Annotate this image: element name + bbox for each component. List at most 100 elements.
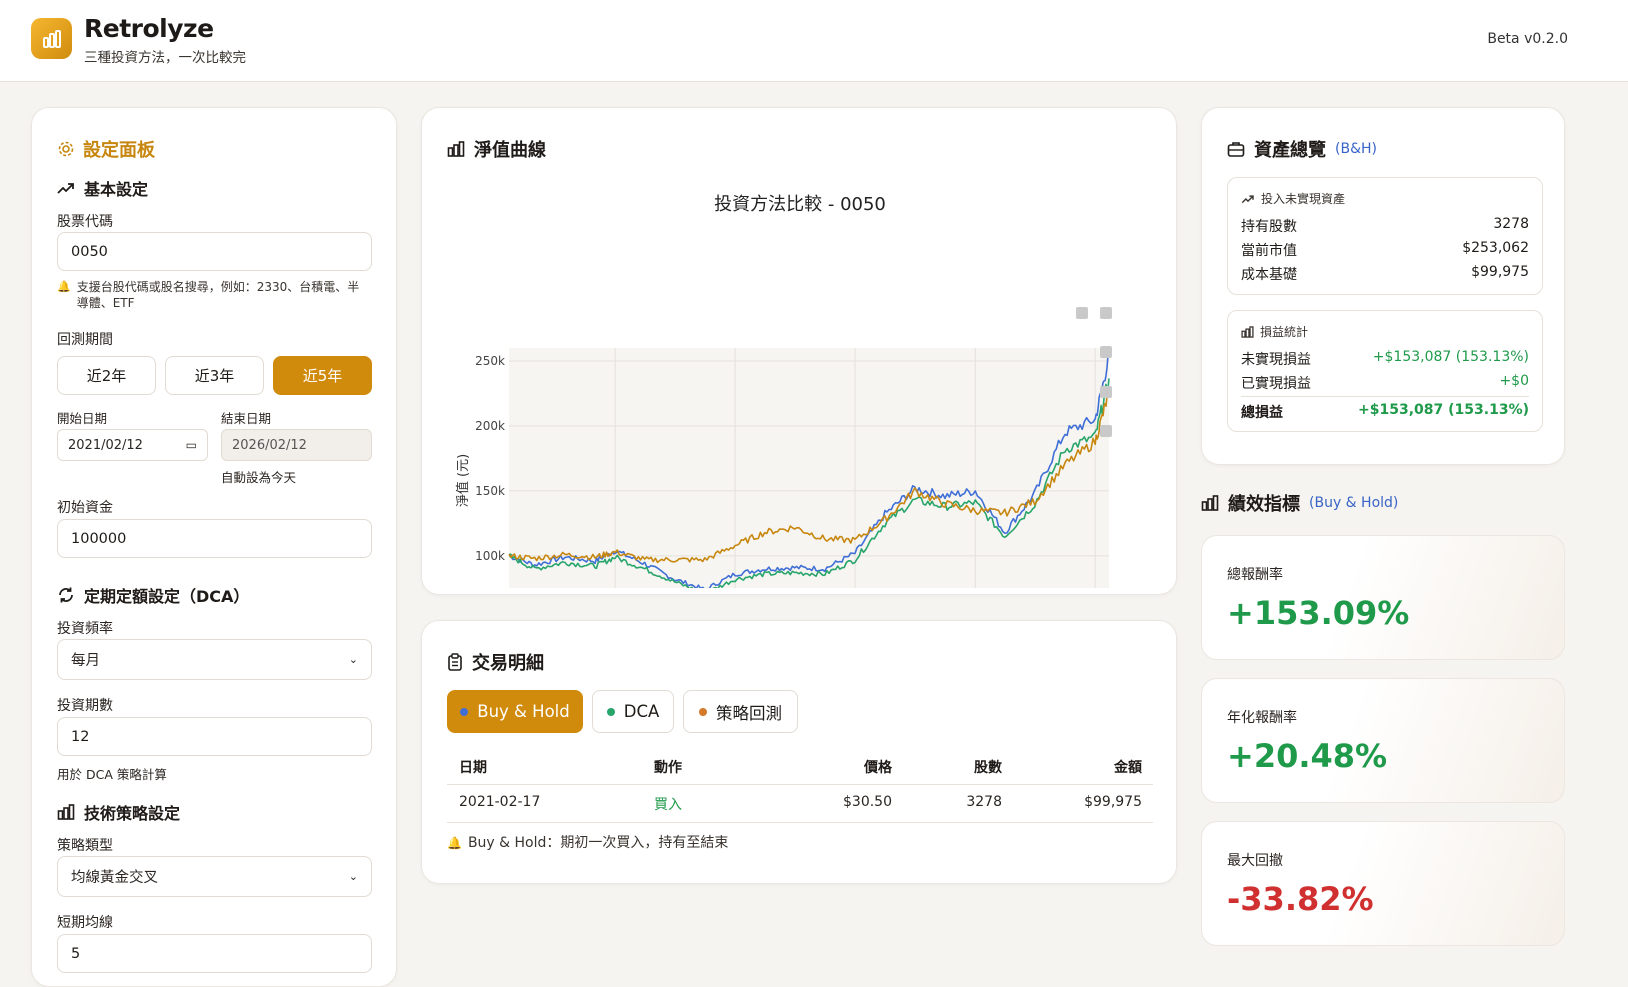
end-date-label: 結束日期: [221, 411, 272, 426]
unrealized-row: 未實現損益 +$153,087 (153.13%): [1241, 349, 1529, 369]
zoom-out-icon: [1100, 346, 1112, 358]
capital-label: 初始資金: [57, 500, 113, 516]
total-return-value: +153.09%: [1227, 594, 1410, 632]
assets-title: 資產總覽 (B&H): [1227, 136, 1377, 162]
y-tick-label: 200k: [475, 419, 505, 433]
cell-shares: 3278: [966, 794, 1002, 810]
cost-basis-value: $99,975: [1471, 264, 1529, 280]
bar-chart-icon: [1241, 325, 1254, 338]
equity-curve-card: 淨值曲線 投資方法比較 - 0050 100k150k200k250k20222…: [421, 107, 1177, 595]
cell-price: $30.50: [843, 794, 892, 810]
short-ma-label: 短期均線: [57, 915, 113, 931]
cell-action: 買入: [654, 797, 682, 813]
tab-strategy-label: 策略回測: [716, 703, 782, 723]
stock-hint-text: 支援台股代碼或股名搜尋，例如：2330、台積電、半導體、ETF: [76, 280, 360, 310]
start-date-input[interactable]: 2021/02/12 ▭: [57, 429, 208, 461]
bar-chart-icon: [42, 29, 61, 48]
realized-row: 已實現損益 +$0: [1241, 373, 1529, 393]
period-2y-button[interactable]: 近2年: [57, 356, 156, 395]
assets-overview-card: 資產總覽 (B&H) 投入未實現資產 持有股數 3278 當前市值 $253,062…: [1201, 107, 1565, 465]
tab-buy-hold[interactable]: Buy & Hold: [447, 690, 583, 733]
series-dot: [606, 707, 615, 716]
short-ma-input[interactable]: 5: [57, 934, 372, 973]
trend-up-icon: [1241, 194, 1254, 203]
settings-title: 設定面板: [57, 136, 155, 162]
bell-icon: 🔔: [57, 280, 71, 293]
transactions-note-text: Buy & Hold：期初一次買入，持有至結束: [467, 835, 729, 851]
calendar-icon[interactable]: ▭: [186, 438, 197, 452]
annual-return-value: +20.48%: [1227, 737, 1388, 775]
metrics-title-label: 績效指標: [1228, 494, 1300, 515]
y-tick-label: 150k: [475, 484, 505, 498]
tab-dca-label: DCA: [623, 702, 660, 721]
clipboard-icon: [448, 653, 462, 671]
assets-tag: (B&H): [1335, 141, 1377, 157]
metrics-tag: (Buy & Hold): [1309, 495, 1399, 511]
camera-icon: [1076, 307, 1088, 319]
strategy-type-value: 均線黃金交叉: [71, 870, 158, 886]
top-bar: Retrolyze 三種投資方法，一次比較完 Beta v0.2.0: [0, 0, 1628, 82]
zoom-in-icon: [1100, 307, 1112, 319]
app-name: Retrolyze: [84, 14, 214, 43]
capital-input[interactable]: 100000: [57, 519, 372, 558]
bar-chart-icon: [447, 141, 465, 157]
end-date-hint: 自動設為今天: [221, 470, 297, 485]
realized-label: 已實現損益: [1241, 376, 1311, 392]
version-label: Beta v0.2.0: [1487, 31, 1568, 47]
tab-dca[interactable]: DCA: [592, 690, 674, 733]
market-value: $253,062: [1462, 240, 1529, 256]
bar-chart-icon: [1201, 495, 1219, 511]
basic-settings-title: 基本設定: [57, 176, 148, 200]
strategy-type-select[interactable]: 均線黃金交叉 ⌄: [57, 856, 372, 897]
total-pnl-label: 總損益: [1241, 405, 1283, 421]
max-drawdown-label: 最大回撤: [1227, 853, 1283, 869]
equity-chart[interactable]: 100k150k200k250k20222023202420252026淨值 (…: [422, 188, 1176, 588]
total-return-card: 總報酬率 +153.09%: [1201, 535, 1565, 660]
holdings-title-text: 投入未實現資產: [1261, 192, 1346, 206]
col-amount: 金額: [1114, 760, 1142, 776]
series-dot: [699, 707, 707, 716]
col-shares: 股數: [974, 760, 1002, 776]
shares-row: 持有股數 3278: [1241, 216, 1529, 236]
frequency-label: 投資頻率: [57, 621, 113, 637]
stock-code-label: 股票代碼: [57, 214, 113, 230]
period-3y-button[interactable]: 近3年: [165, 356, 264, 395]
tab-buy-hold-label: Buy & Hold: [477, 702, 570, 721]
period-count-input[interactable]: 12: [57, 717, 372, 756]
market-value-row: 當前市值 $253,062: [1241, 240, 1529, 260]
dca-settings-label: 定期定額設定（DCA）: [84, 587, 250, 606]
strategy-type-label: 策略類型: [57, 838, 113, 854]
y-tick-label: 100k: [475, 549, 505, 563]
series-dot: [460, 707, 469, 716]
frequency-select[interactable]: 每月 ⌄: [57, 639, 372, 680]
tab-strategy[interactable]: 策略回測: [683, 690, 798, 733]
period-count-label: 投資期數: [57, 698, 113, 714]
metrics-title: 績效指標 (Buy & Hold): [1201, 490, 1398, 516]
gear-icon: [58, 141, 74, 157]
frequency-value: 每月: [71, 653, 100, 669]
app-tagline: 三種投資方法，一次比較完: [84, 50, 246, 66]
trend-up-icon: [57, 183, 74, 194]
cell-date: 2021-02-17: [459, 794, 541, 810]
unrealized-value: +$153,087 (153.13%): [1372, 349, 1529, 365]
total-pnl-value: +$153,087 (153.13%): [1358, 402, 1529, 418]
holdings-title: 投入未實現資產: [1241, 190, 1345, 207]
y-tick-label: 250k: [475, 354, 505, 368]
end-date-value: 2026/02/12: [232, 437, 307, 453]
period-5y-button[interactable]: 近5年: [273, 356, 372, 395]
bar-chart-icon: [57, 804, 75, 820]
chevron-down-icon: ⌄: [348, 870, 358, 883]
table-row-divider: [447, 822, 1153, 823]
autoscale-icon: [1100, 386, 1112, 398]
unrealized-label: 未實現損益: [1241, 352, 1311, 368]
table-header-divider: [447, 784, 1153, 785]
pnl-title: 損益統計: [1241, 323, 1308, 340]
stock-code-input[interactable]: 0050: [57, 232, 372, 271]
refresh-icon: [59, 587, 73, 603]
holdings-box: 投入未實現資產 持有股數 3278 當前市值 $253,062 成本基礎 $99,97…: [1227, 177, 1543, 295]
market-value-label: 當前市值: [1241, 243, 1297, 259]
app-logo: [31, 18, 72, 59]
bell-icon: 🔔: [447, 836, 462, 850]
home-icon: [1100, 425, 1112, 437]
transactions-card: 交易明細 Buy & Hold DCA 策略回測 日期 動作 價格 股數 金額 …: [421, 620, 1177, 884]
